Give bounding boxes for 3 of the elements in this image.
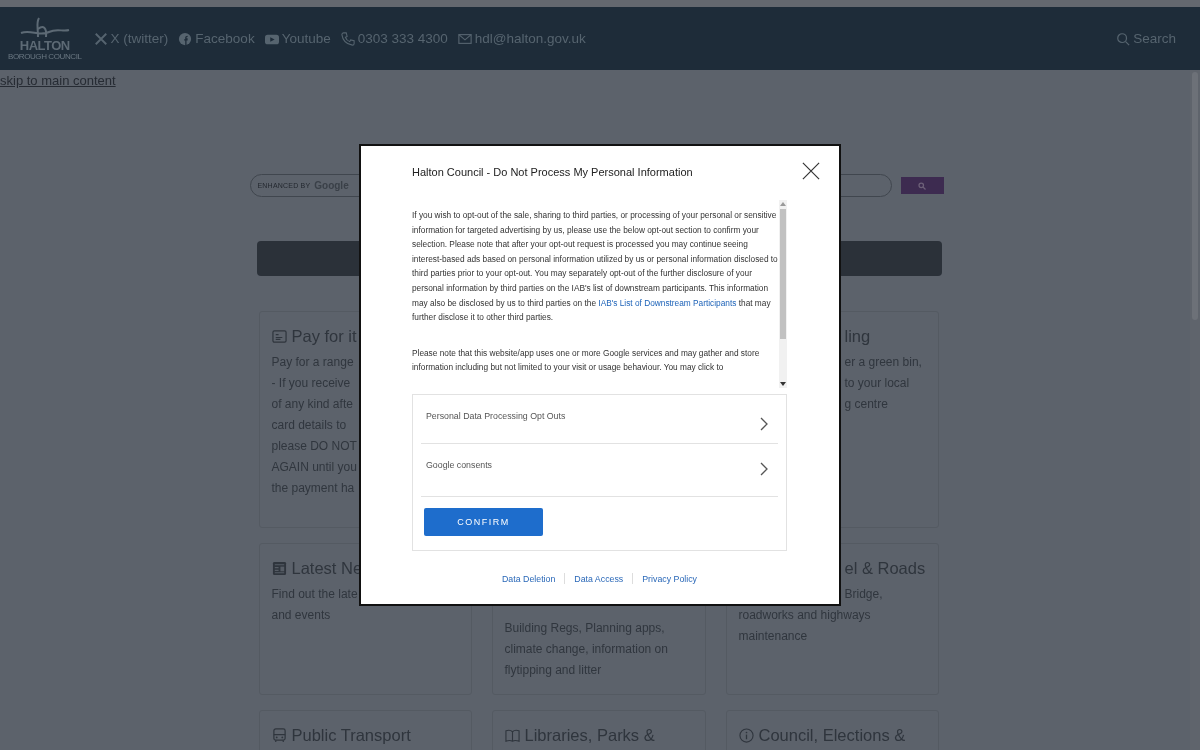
dialog-title: Halton Council - Do Not Process My Personal Information xyxy=(412,165,693,178)
notice-paragraph: If you wish to opt-out of the sale, sharing to third parties, or processing of your personal or sensitive information for targeted advertising by us, please use the below opt-out section to confirm your selection. Please note that after your opt-out request is processed you may continue seeing interest-based ads based on personal information utilized by us or personal information disclosed to third parties prior to your opt-out. You may separately opt-out of the further disclosure of your personal information by third parties on the IAB's list of downstream participants. This information may also be disclosed by us to third parties on the IAB's List of Downstream Participants that may further disclose it to other third parties. xyxy=(412,209,779,325)
notice-paragraph: Please note that this website/app uses one or more Google services and may gather and store information including but not limited to your visit or usage behaviour. You may click to xyxy=(412,346,761,375)
